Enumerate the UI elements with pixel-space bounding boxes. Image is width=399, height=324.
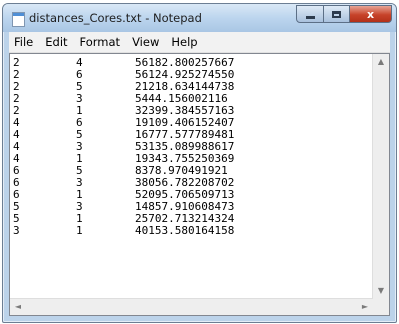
text-line: 3 1 40153.580164158 <box>13 225 234 237</box>
text-cell: 6 <box>13 188 20 201</box>
menu-help[interactable]: Help <box>165 32 203 52</box>
notepad-window: distances_Cores.txt - Notepad x File Edi… <box>2 3 397 323</box>
menu-edit[interactable]: Edit <box>39 32 73 52</box>
close-button[interactable]: x <box>349 5 392 23</box>
scroll-up-icon[interactable]: ▲ <box>373 54 389 70</box>
text-cell: 3 <box>76 176 83 189</box>
menu-format[interactable]: Format <box>74 32 127 52</box>
text-cell: 3 <box>76 92 83 105</box>
vertical-scrollbar[interactable]: ▲ ▼ <box>372 54 389 299</box>
text-cell: 5 <box>76 164 83 177</box>
text-cell: 6 <box>76 116 83 129</box>
minimize-button[interactable] <box>296 5 324 23</box>
text-cell: 4 <box>13 152 20 165</box>
text-cell: 4 <box>13 116 20 129</box>
text-cell: 4 <box>13 140 20 153</box>
text-cell: 2 <box>13 68 20 81</box>
text-cell: 1 <box>76 212 83 225</box>
text-cell: 1 <box>76 188 83 201</box>
scroll-down-icon[interactable]: ▼ <box>373 283 389 299</box>
text-cell: 5 <box>76 80 83 93</box>
menu-file[interactable]: File <box>9 32 39 52</box>
scroll-right-icon[interactable]: ► <box>357 299 373 315</box>
resize-grip[interactable] <box>373 299 389 315</box>
text-cell: 2 <box>13 56 20 69</box>
maximize-button[interactable] <box>323 5 350 23</box>
text-cell: 1 <box>76 152 83 165</box>
menu-bar: File Edit Format View Help <box>9 32 390 53</box>
text-cell: 4 <box>76 56 83 69</box>
text-cell: 5 <box>13 200 20 213</box>
close-icon: x <box>366 7 375 21</box>
text-editor-area[interactable]: 2 4 56182.800257667 2 6 56124.925274550 2 5 2121… <box>9 53 390 316</box>
text-cell: 6 <box>13 176 20 189</box>
minimize-icon <box>305 15 315 19</box>
text-cell: 5 <box>13 212 20 225</box>
window-title: distances_Cores.txt - Notepad <box>29 11 202 25</box>
menu-view[interactable]: View <box>126 32 165 52</box>
text-cell: 6 <box>13 164 20 177</box>
text-cell: 40153.580164158 <box>135 224 235 237</box>
maximize-icon <box>332 10 341 18</box>
title-bar[interactable]: distances_Cores.txt - Notepad x <box>3 4 396 32</box>
horizontal-scrollbar[interactable]: ◄ ► <box>10 298 373 315</box>
text-cell: 6 <box>76 68 83 81</box>
text-cell: 5 <box>76 128 83 141</box>
text-cell: 3 <box>76 200 83 213</box>
scroll-left-icon[interactable]: ◄ <box>10 299 26 315</box>
text-cell: 1 <box>76 224 83 237</box>
text-cell: 1 <box>76 104 83 117</box>
text-cell: 2 <box>13 92 20 105</box>
text-cell: 4 <box>13 128 20 141</box>
text-cell: 3 <box>76 140 83 153</box>
text-cell: 3 <box>13 224 20 237</box>
text-content[interactable]: 2 4 56182.800257667 2 6 56124.925274550 2 5 2121… <box>13 57 234 237</box>
text-cell: 2 <box>13 80 20 93</box>
notepad-icon[interactable] <box>12 12 25 27</box>
text-cell: 2 <box>13 104 20 117</box>
